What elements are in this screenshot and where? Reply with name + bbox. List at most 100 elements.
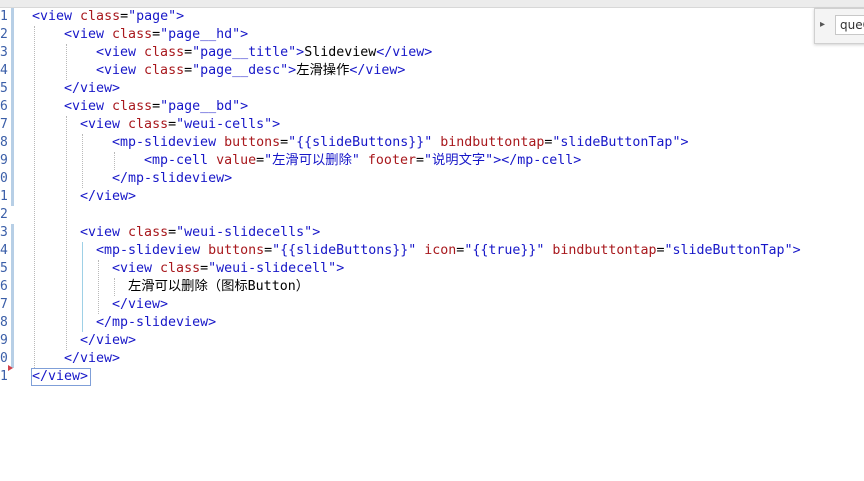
change-marker — [11, 8, 14, 26]
code-token: > — [176, 9, 185, 24]
code-token: > — [240, 99, 249, 114]
code-token: footer — [367, 153, 416, 168]
code-editor[interactable]: 123456789012345678901 <view class="page"… — [0, 0, 864, 481]
code-token: > — [288, 63, 297, 78]
code-line[interactable]: <mp-slideview buttons="{{slideButtons}}"… — [96, 242, 801, 260]
change-marker — [11, 80, 14, 98]
line-number: 3 — [0, 45, 8, 60]
find-input[interactable] — [835, 15, 864, 35]
code-token: </view> — [349, 63, 406, 78]
code-token: > — [312, 225, 321, 240]
code-line[interactable]: </view> — [112, 296, 168, 314]
code-token: = — [256, 153, 265, 168]
code-token: </view> — [64, 81, 121, 96]
indent-guide — [66, 116, 67, 350]
line-number-gutter[interactable]: 123456789012345678901 — [0, 8, 14, 388]
code-line[interactable]: </mp-slideview> — [112, 170, 232, 188]
chevron-right-icon[interactable]: ▸ — [820, 19, 825, 30]
code-token: </view> — [376, 45, 433, 60]
code-token: bindbuttontap — [552, 243, 657, 258]
code-token: > — [792, 243, 801, 258]
code-line[interactable]: </view> — [80, 188, 136, 206]
code-token: 左滑操作 — [296, 63, 350, 78]
change-marker — [11, 26, 14, 44]
fold-marker-icon[interactable] — [8, 365, 13, 371]
bracket-match-highlight — [31, 368, 91, 386]
line-number: 5 — [0, 261, 8, 276]
line-number: 7 — [0, 117, 8, 132]
code-line[interactable]: <view class="page__bd"> — [64, 98, 248, 116]
code-token: Slideview — [304, 45, 377, 60]
code-token: "page__desc" — [192, 63, 289, 78]
change-marker — [11, 62, 14, 80]
code-token: class — [160, 261, 201, 276]
indent-guide — [114, 152, 115, 170]
line-number: 2 — [0, 207, 8, 222]
code-line[interactable]: </view> — [64, 350, 120, 368]
code-token: <view — [112, 261, 161, 276]
code-token: </mp-slideview> — [96, 315, 217, 330]
code-line[interactable]: 左滑可以删除（图标Button） — [128, 278, 309, 296]
code-token: buttons — [208, 243, 265, 258]
code-token: <mp-slideview — [112, 135, 225, 150]
code-token: class — [144, 63, 185, 78]
line-number: 1 — [0, 9, 8, 24]
code-token: <view — [32, 9, 81, 24]
code-token: "slideButtonTap" — [552, 135, 681, 150]
code-token: > — [272, 117, 281, 132]
change-marker — [11, 278, 14, 296]
code-line[interactable]: <view class="page__title">Slideview</vie… — [96, 44, 432, 62]
code-token: <view — [96, 63, 145, 78]
code-token: "slideButtonTap" — [664, 243, 793, 258]
code-token: class — [112, 99, 153, 114]
line-number: 8 — [0, 135, 8, 150]
code-line[interactable]: <view class="page"> — [32, 8, 184, 26]
code-line[interactable]: </view> — [64, 80, 120, 98]
code-token: "page" — [128, 9, 177, 24]
code-token: "weui-cells" — [176, 117, 273, 132]
code-line[interactable]: <view class="weui-cells"> — [80, 116, 280, 134]
code-line[interactable]: <view class="page__hd"> — [64, 26, 248, 44]
code-token: class — [144, 45, 185, 60]
code-line[interactable]: <mp-cell value="左滑可以删除" footer="说明文字"></… — [144, 152, 581, 170]
code-token: > — [680, 135, 689, 150]
code-token: icon — [424, 243, 457, 258]
code-token: "page__hd" — [160, 27, 241, 42]
code-line[interactable]: </view> — [80, 332, 136, 350]
code-token: </view> — [112, 297, 169, 312]
change-marker — [11, 44, 14, 62]
code-token: <mp-cell — [144, 153, 217, 168]
line-number: 0 — [0, 171, 8, 186]
indent-guide — [114, 278, 115, 296]
line-number: 3 — [0, 225, 8, 240]
code-token: class — [112, 27, 153, 42]
code-token: = — [152, 99, 161, 114]
code-token: buttons — [224, 135, 281, 150]
code-token: "weui-slidecells" — [176, 225, 313, 240]
line-number: 7 — [0, 297, 8, 312]
line-number: 4 — [0, 243, 8, 258]
line-number: 6 — [0, 99, 8, 114]
code-token: "说明文字" — [423, 153, 494, 168]
code-line[interactable]: <mp-slideview buttons="{{slideButtons}}"… — [112, 134, 688, 152]
indent-guide — [66, 44, 67, 80]
code-token: = — [152, 27, 161, 42]
code-token: class — [80, 9, 121, 24]
find-widget[interactable]: ▸ — [814, 8, 864, 44]
line-number: 1 — [0, 189, 8, 204]
code-token: "weui-slidecell" — [208, 261, 337, 276]
code-line[interactable]: <view class="weui-slidecell"> — [112, 260, 344, 278]
code-token: </view> — [64, 351, 121, 366]
code-line[interactable]: </mp-slideview> — [96, 314, 216, 332]
code-token: class — [128, 117, 169, 132]
line-number: 2 — [0, 27, 8, 42]
code-line[interactable]: <view class="weui-slidecells"> — [80, 224, 320, 242]
line-number: 9 — [0, 333, 8, 348]
code-line[interactable]: <view class="page__desc">左滑操作</view> — [96, 62, 405, 80]
code-token: </view> — [80, 189, 137, 204]
code-token: </mp-slideview> — [112, 171, 233, 186]
line-number: 9 — [0, 153, 8, 168]
code-token: = — [168, 117, 177, 132]
editor-top-strip — [0, 0, 864, 8]
